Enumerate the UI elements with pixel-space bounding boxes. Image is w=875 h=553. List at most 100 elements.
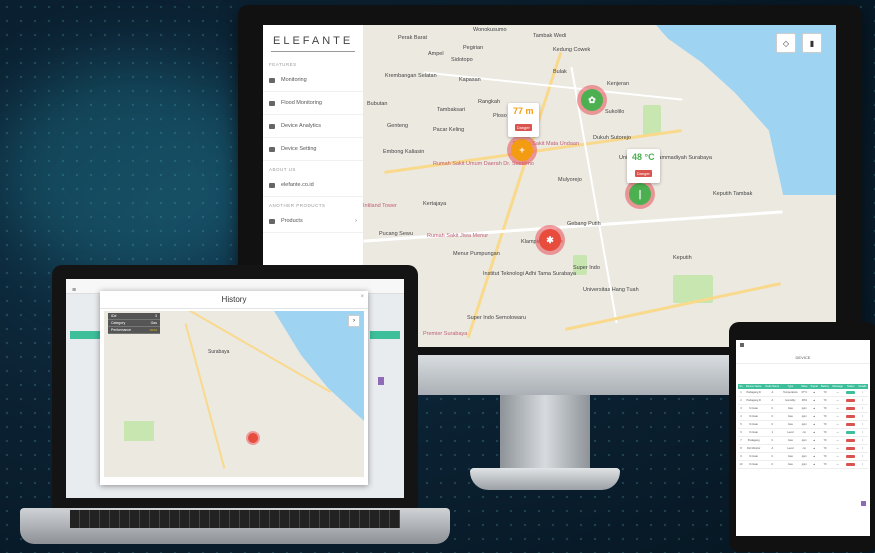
table-row[interactable]: 6 D-Gate 1 Level cm ▲ 70— i — [738, 428, 868, 437]
status-badge — [846, 422, 856, 426]
table-cell: Pedagang D — [743, 396, 764, 405]
marker-temperature[interactable]: ✿ — [581, 89, 603, 111]
popup-temperature[interactable]: 48 °C Danger — [627, 149, 660, 183]
table-row[interactable]: 10 D-Gate C Gas ppm ▲ 70— i — [738, 460, 868, 469]
table-cell: 70 — [819, 412, 831, 421]
pagination-current[interactable] — [861, 501, 866, 506]
app-logo[interactable]: ELEFANTE — [263, 25, 363, 51]
table-cell: 1 — [763, 428, 782, 437]
popup-water-level[interactable]: 77 m Danger — [508, 103, 539, 137]
table-cell — [844, 444, 857, 453]
monitor-icon — [269, 77, 275, 83]
table-cell: 70 — [819, 404, 831, 413]
table-cell: D-Gate — [743, 404, 764, 413]
table-cell: Gas — [781, 452, 800, 461]
sidebar-item-flood-monitoring[interactable]: Flood Monitoring — [263, 92, 363, 115]
table-row[interactable]: 3 D-Gate C Gas ppm ▲ 70— i — [738, 404, 868, 413]
table-cell: D-Gate — [743, 460, 764, 469]
background-glow — [0, 60, 260, 280]
sidebar-item-device-analytics[interactable]: Device Analytics — [263, 115, 363, 138]
table-cell: i — [856, 396, 868, 405]
sidebar-item-monitoring[interactable]: Monitoring — [263, 69, 363, 92]
table-cell: C — [763, 452, 782, 461]
status-badge — [846, 454, 856, 458]
table-cell — [844, 436, 857, 445]
table-cell: i — [856, 412, 868, 421]
table-cell: 70 — [819, 396, 831, 405]
trash-icon: ▮ — [809, 38, 815, 48]
status-badge — [846, 398, 856, 402]
sidebar-item-device-setting[interactable]: Device Setting — [263, 138, 363, 161]
table-cell: ▲ — [809, 444, 820, 453]
flood-icon — [269, 100, 275, 106]
history-map[interactable]: Surabaya ID# 3 Category Gas Performance •••… — [104, 311, 364, 477]
device-table: No Device Name Node Name Type Value Signal Bat… — [738, 384, 868, 469]
status-badge — [846, 390, 856, 394]
table-cell: 70 — [819, 436, 831, 445]
table-cell: Gas — [781, 436, 800, 445]
laptop: ≡ History × Surabaya ID# 3 Category Gas Pe… — [52, 265, 418, 510]
table-cell: D-Gate — [743, 420, 764, 429]
table-cell: C — [763, 436, 782, 445]
table-cell: Dsl Monitor — [743, 444, 764, 453]
table-cell: i — [856, 389, 868, 397]
table-cell: i — [856, 444, 868, 453]
table-cell: ppm — [799, 404, 809, 413]
sidebar-item-products[interactable]: Products › — [263, 210, 363, 233]
table-cell — [844, 389, 857, 397]
table-cell: Humidity — [781, 396, 800, 405]
status-badge — [846, 430, 856, 434]
target-icon: ◇ — [782, 38, 790, 48]
tablet: DEVICE No Device Name Node Name Type Value Si… — [729, 322, 875, 552]
table-cell: — — [830, 436, 845, 445]
table-cell: i — [856, 420, 868, 429]
table-cell — [844, 420, 857, 429]
table-cell: — — [830, 389, 845, 397]
history-modal[interactable]: History × Surabaya ID# 3 Category Gas Perf… — [100, 291, 368, 485]
table-cell: — — [830, 460, 845, 469]
danger-badge: Danger — [634, 170, 652, 177]
marker-thermometer[interactable]: ❘ — [629, 183, 651, 205]
laptop-keyboard — [70, 510, 400, 528]
table-row[interactable]: 7 Pedagang C Gas ppm ▲ 70— i — [738, 436, 868, 445]
menu-icon[interactable] — [740, 343, 744, 347]
delete-button[interactable]: ▮ — [802, 33, 822, 53]
table-cell — [844, 412, 857, 421]
chevron-right-icon: › — [355, 218, 357, 224]
locate-button[interactable]: ◇ — [776, 33, 796, 53]
section-features: FEATURES — [269, 62, 297, 67]
expand-button[interactable]: › — [348, 315, 360, 327]
table-cell: 30% — [799, 396, 809, 405]
table-cell: C — [763, 404, 782, 413]
table-cell: Gas — [781, 460, 800, 469]
table-cell: C — [763, 420, 782, 429]
table-cell: — — [830, 420, 845, 429]
table-cell: 70 — [819, 420, 831, 429]
status-badge — [846, 446, 856, 450]
menu-icon[interactable]: ≡ — [72, 287, 76, 294]
table-row[interactable]: 2 Pedagang D A Humidity 30% ▲ 70— i — [738, 396, 868, 405]
table-cell: 70 — [819, 389, 831, 397]
marker-gas[interactable]: ✱ — [539, 229, 561, 251]
table-row[interactable]: 8 Dsl Monitor A Level cm ▲ 70— i — [738, 444, 868, 453]
close-icon[interactable]: × — [360, 294, 364, 300]
table-row[interactable]: 1 Pedagang D A Temperature 37°C ▲ 70— i — [738, 389, 868, 397]
table-cell — [844, 460, 857, 469]
marker-flood[interactable]: + — [511, 139, 533, 161]
main-map[interactable]: Perak Barat Wonokusumo Tambak Wedi Kedun… — [363, 25, 836, 347]
table-cell — [844, 396, 857, 405]
status-badge — [846, 414, 856, 418]
table-cell: C — [763, 460, 782, 469]
monitor-stand — [500, 395, 590, 470]
table-row[interactable]: 5 D-Gate C Gas ppm ▲ 70— i — [738, 420, 868, 429]
monitor-base — [470, 468, 620, 490]
table-cell: ▲ — [809, 396, 820, 405]
table-cell: Pedagang — [743, 436, 764, 445]
history-title: History — [100, 291, 368, 309]
table-cell: ppm — [799, 452, 809, 461]
history-marker[interactable] — [248, 433, 258, 443]
sidebar-item-website[interactable]: elefante.co.id — [263, 174, 363, 197]
table-cell: 70 — [819, 428, 831, 437]
table-row[interactable]: 4 D-Gate C Gas ppm ▲ 70— i — [738, 412, 868, 421]
table-row[interactable]: 9 D-Gate C Gas ppm ▲ 70— i — [738, 452, 868, 461]
